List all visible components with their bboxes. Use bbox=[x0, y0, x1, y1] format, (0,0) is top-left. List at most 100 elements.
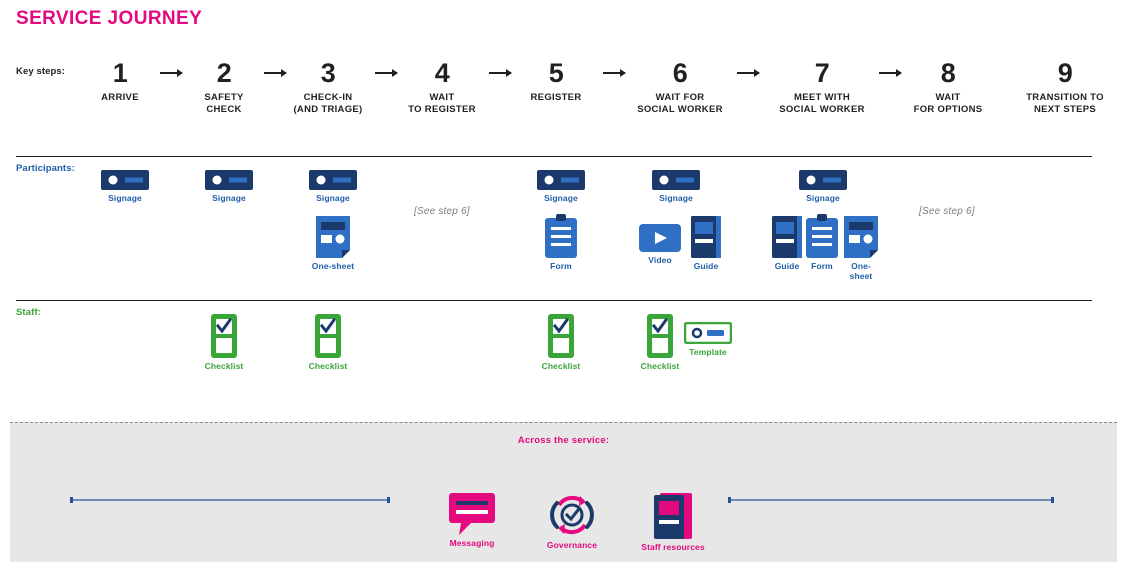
staff-step-3: Checklist bbox=[308, 314, 348, 371]
step-3: 3 CHECK-IN (AND TRIAGE) bbox=[278, 58, 378, 116]
icon-caption: Guide bbox=[693, 261, 719, 271]
icon-caption: Template bbox=[689, 347, 727, 357]
icon-caption: Checklist bbox=[204, 361, 244, 371]
step-label: REGISTER bbox=[530, 92, 582, 103]
step-number: 9 bbox=[1057, 58, 1073, 88]
icon-caption: Checklist bbox=[541, 361, 581, 371]
page-title: SERVICE JOURNEY bbox=[16, 8, 203, 29]
messaging-icon: Messaging bbox=[449, 493, 495, 548]
participants-step-6-signage: Signage bbox=[646, 170, 706, 203]
staff-label: Staff: bbox=[16, 307, 41, 318]
step-number: 8 bbox=[940, 58, 956, 88]
staff-step-6-checklist: Checklist bbox=[640, 314, 680, 371]
step-2: 2 SAFETY CHECK bbox=[174, 58, 274, 116]
icon-caption: Staff resources bbox=[641, 542, 705, 552]
step-number: 6 bbox=[672, 58, 688, 88]
step-9: 9 TRANSITION TO NEXT STEPS bbox=[1010, 58, 1120, 116]
template-icon: Template bbox=[684, 322, 732, 357]
icon-caption: Checklist bbox=[308, 361, 348, 371]
signage-icon: Signage bbox=[537, 170, 585, 203]
participants-step-5-form: Form bbox=[531, 214, 591, 271]
step-number: 4 bbox=[434, 58, 450, 88]
signage-icon: Signage bbox=[309, 170, 357, 203]
step-6: 6 WAIT FOR SOCIAL WORKER bbox=[630, 58, 730, 116]
step-label: WAIT TO REGISTER bbox=[408, 92, 476, 115]
across-service-item-governance: Governance bbox=[528, 493, 616, 550]
participants-step-6-video: Video bbox=[636, 224, 684, 265]
icon-caption: Signage bbox=[659, 193, 693, 203]
staff-resources-icon: Staff resources bbox=[641, 493, 705, 552]
participants-divider bbox=[16, 156, 1092, 157]
across-service-items: Messaging Governance Staff resources bbox=[10, 471, 1117, 552]
step-label: WAIT FOR SOCIAL WORKER bbox=[637, 92, 723, 115]
icon-caption: Signage bbox=[108, 193, 142, 203]
staff-step-5: Checklist bbox=[541, 314, 581, 371]
participants-step-6-guide: Guide bbox=[688, 216, 724, 271]
arrow-5-6 bbox=[603, 69, 626, 77]
arrow-6-7 bbox=[737, 69, 760, 77]
icon-caption: One-sheet bbox=[311, 261, 355, 271]
signage-icon: Signage bbox=[652, 170, 700, 203]
staff-step-6-template: Template bbox=[681, 322, 735, 357]
participants-step-7-guide: Guide bbox=[769, 216, 805, 271]
participants-step-3-one-sheet: One-sheet bbox=[303, 216, 363, 271]
step-number: 7 bbox=[814, 58, 830, 88]
across-service-band: Across the service: Messaging Governance… bbox=[10, 422, 1117, 562]
step-4: 4 WAIT TO REGISTER bbox=[392, 58, 492, 116]
guide-icon: Guide bbox=[691, 216, 721, 271]
signage-icon: Signage bbox=[205, 170, 253, 203]
staff-divider bbox=[16, 300, 1092, 301]
icon-caption: Signage bbox=[806, 193, 840, 203]
icon-caption: Form bbox=[550, 261, 572, 271]
checklist-icon: Checklist bbox=[542, 314, 581, 371]
step-7: 7 MEET WITH SOCIAL WORKER bbox=[772, 58, 872, 116]
key-steps-row: 1 ARRIVE 2 SAFETY CHECK 3 CHECK-IN (AND … bbox=[0, 58, 1127, 138]
staff-step-2: Checklist bbox=[204, 314, 244, 371]
step-label: SAFETY CHECK bbox=[204, 92, 244, 115]
icon-caption: Video bbox=[648, 255, 672, 265]
icon-caption: Form bbox=[811, 261, 833, 271]
icon-caption: Signage bbox=[544, 193, 578, 203]
across-service-title: Across the service: bbox=[517, 435, 610, 446]
across-service-item-messaging: Messaging bbox=[428, 493, 516, 548]
participants-step-7-one-sheet: One-sheet bbox=[842, 216, 880, 281]
icon-caption: Governance bbox=[546, 540, 598, 550]
participants-step-4-note: [See step 6] bbox=[414, 206, 470, 217]
participants-step-1: Signage bbox=[95, 170, 155, 203]
step-number: 3 bbox=[320, 58, 336, 88]
step-label: CHECK-IN (AND TRIAGE) bbox=[293, 92, 363, 115]
participants-step-7-form: Form bbox=[806, 214, 838, 271]
one-sheet-icon: One-sheet bbox=[842, 216, 880, 281]
form-icon: Form bbox=[545, 214, 577, 271]
icon-caption: One-sheet bbox=[849, 261, 873, 281]
across-service-item-staff-resources: Staff resources bbox=[629, 493, 717, 552]
icon-caption: Messaging bbox=[449, 538, 495, 548]
signage-icon: Signage bbox=[799, 170, 847, 203]
icon-caption: Checklist bbox=[640, 361, 680, 371]
checklist-icon: Checklist bbox=[205, 314, 244, 371]
step-label: MEET WITH SOCIAL WORKER bbox=[779, 92, 865, 115]
participants-step-2: Signage bbox=[199, 170, 259, 203]
checklist-icon: Checklist bbox=[641, 314, 680, 371]
step-label: WAIT FOR OPTIONS bbox=[913, 92, 983, 115]
step-number: 2 bbox=[216, 58, 232, 88]
participants-step-8-note: [See step 6] bbox=[919, 206, 975, 217]
participants-step-5-signage: Signage bbox=[531, 170, 591, 203]
governance-icon: Governance bbox=[547, 493, 597, 550]
step-5: 5 REGISTER bbox=[506, 58, 606, 104]
one-sheet-icon: One-sheet bbox=[312, 216, 354, 271]
icon-caption: Signage bbox=[316, 193, 350, 203]
step-8: 8 WAIT FOR OPTIONS bbox=[898, 58, 998, 116]
step-label: ARRIVE bbox=[101, 92, 139, 103]
checklist-icon: Checklist bbox=[309, 314, 348, 371]
service-journey-diagram: SERVICE JOURNEY Key steps: Participants:… bbox=[0, 0, 1127, 570]
participants-step-3-signage: Signage bbox=[303, 170, 363, 203]
video-icon: Video bbox=[639, 224, 681, 265]
signage-icon: Signage bbox=[101, 170, 149, 203]
step-1: 1 ARRIVE bbox=[70, 58, 170, 104]
icon-caption: Guide bbox=[774, 261, 800, 271]
participants-label: Participants: bbox=[16, 163, 75, 174]
form-icon: Form bbox=[806, 214, 838, 271]
guide-icon: Guide bbox=[772, 216, 802, 271]
step-label: TRANSITION TO NEXT STEPS bbox=[1026, 92, 1104, 115]
